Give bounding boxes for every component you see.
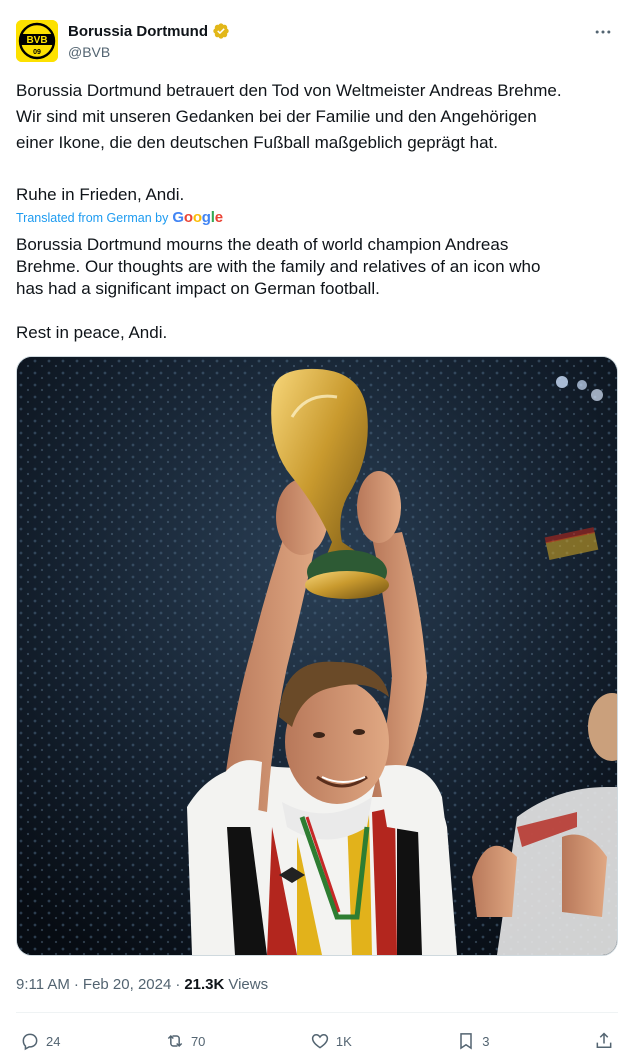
reply-button[interactable]: 24 (20, 1031, 60, 1051)
tweet-original-text: Borussia Dortmund betrauert den Tod von … (16, 78, 620, 208)
name-row: Borussia Dortmund (68, 22, 230, 40)
bookmark-count: 3 (482, 1033, 490, 1049)
divider (16, 1012, 618, 1013)
share-icon (596, 1032, 612, 1048)
bookmark-button[interactable]: 3 (456, 1031, 489, 1051)
account-handle[interactable]: @BVB (68, 44, 110, 60)
tweet-paragraph-2: Ruhe in Frieden, Andi. (16, 185, 185, 204)
reply-count: 24 (46, 1033, 61, 1049)
tweet-date[interactable]: Feb 20, 2024 (83, 976, 171, 993)
like-count: 1K (335, 1033, 352, 1049)
like-button[interactable]: 1K (310, 1031, 352, 1051)
trophy-celebration-image (17, 357, 617, 955)
meta-separator: · (175, 976, 181, 993)
verified-badge-icon (213, 23, 229, 39)
google-logo-icon: Google (172, 209, 223, 226)
tweet-photo[interactable] (16, 356, 618, 956)
tweet-time[interactable]: 9:11 AM (16, 976, 70, 993)
display-name[interactable]: Borussia Dortmund (68, 23, 208, 40)
repost-button[interactable]: 70 (165, 1031, 205, 1051)
meta-separator: · (73, 976, 79, 993)
tweet-header: BVB 09 Borussia Dortmund @BVB (16, 18, 618, 66)
tweet-meta: 9:11 AM · Feb 20, 2024 · 21.3K Views (16, 976, 268, 993)
translation-paragraph-2: Rest in peace, Andi. (16, 323, 168, 342)
avatar-year: 09 (33, 49, 41, 56)
heart-icon (311, 1033, 329, 1049)
reply-icon (22, 1033, 38, 1051)
repost-count: 70 (190, 1033, 206, 1049)
avatar-letters: BVB (26, 35, 47, 46)
bvb-logo-icon: BVB 09 (16, 20, 58, 62)
views-count: 21.3K (184, 976, 225, 993)
bookmark-icon (460, 1033, 472, 1050)
more-horizontal-icon[interactable] (588, 20, 618, 44)
tweet-actions: 24 70 1K 3 (16, 1026, 618, 1056)
translation-paragraph-1: Borussia Dortmund mourns the death of wo… (16, 235, 541, 298)
avatar[interactable]: BVB 09 (16, 20, 58, 62)
translation-attribution[interactable]: Translated from German by Google (16, 209, 223, 226)
views-label: Views (228, 976, 269, 993)
tweet-translation: Borussia Dortmund mourns the death of wo… (16, 234, 620, 344)
translated-label: Translated from German by (16, 211, 169, 225)
tweet-paragraph-1: Borussia Dortmund betrauert den Tod von … (16, 81, 562, 152)
share-button[interactable] (594, 1031, 614, 1051)
repost-icon (167, 1034, 183, 1048)
